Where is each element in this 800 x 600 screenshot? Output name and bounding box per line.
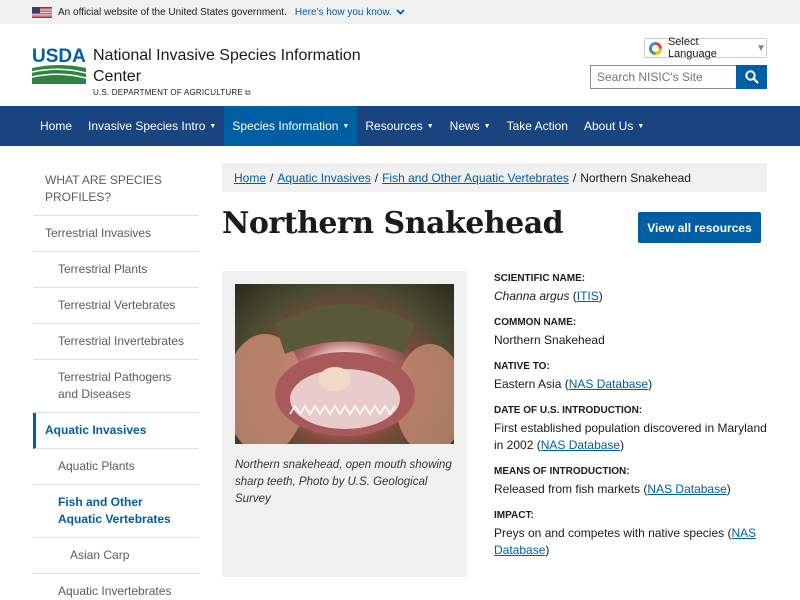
itis-link[interactable]: ITIS [577, 289, 599, 303]
means-intro-value: Released from fish markets [494, 482, 641, 496]
caret-down-icon: ▼ [637, 122, 645, 130]
fact-common-name: COMMON NAME: Northern Snakehead [494, 316, 774, 349]
caret-down-icon: ▼ [209, 122, 217, 130]
nav-home-label: Home [40, 119, 73, 133]
svg-text:USDA: USDA [32, 46, 86, 67]
search-input[interactable] [590, 65, 737, 89]
breadcrumb-separator: / [270, 170, 274, 185]
main-nav: Home Invasive Species Intro ▼ Species Inf… [0, 106, 800, 146]
sidebar-item-asian-carp[interactable]: Asian Carp [33, 538, 199, 574]
sidebar-item-terrestrial-pathogens[interactable]: Terrestrial Pathogens and Diseases [33, 360, 199, 413]
caret-down-icon: ▼ [426, 122, 434, 130]
species-figure: Northern snakehead, open mouth showing s… [222, 271, 467, 577]
us-flag-icon [32, 6, 52, 18]
nav-species-label: Species Information [232, 119, 339, 133]
usda-logo[interactable]: USDA [32, 44, 86, 84]
gov-banner-text: An official website of the United States… [58, 6, 287, 18]
scientific-name-value: Channa argus [494, 289, 570, 303]
nav-news-label: News [449, 119, 480, 133]
language-select[interactable]: Select Language ▼ [644, 36, 767, 60]
gov-banner: An official website of the United States… [0, 0, 800, 24]
breadcrumb: Home / Aquatic Invasives / Fish and Othe… [222, 163, 767, 192]
fact-value: Released from fish markets (NAS Database… [494, 482, 731, 496]
breadcrumb-separator: / [572, 170, 577, 185]
nav-resources[interactable]: Resources ▼ [357, 106, 441, 146]
fact-value: Preys on and competes with native specie… [494, 526, 757, 557]
breadcrumb-separator: / [374, 170, 379, 185]
native-to-value: Eastern Asia [494, 377, 562, 391]
fact-native-to: NATIVE TO: Eastern Asia (NAS Database) [494, 360, 774, 393]
fact-label: IMPACT: [494, 510, 534, 521]
dropdown-arrow-icon: ▼ [756, 42, 766, 54]
page-title: Northern Snakehead [222, 206, 564, 241]
chevron-down-icon [396, 9, 405, 15]
heres-how-you-know-label: Here's how you know. [294, 6, 392, 18]
sidebar-item-terrestrial-plants[interactable]: Terrestrial Plants [33, 252, 199, 288]
breadcrumb-current: Northern Snakehead [580, 170, 691, 185]
sidebar-item-terrestrial-invertebrates[interactable]: Terrestrial Invertebrates [33, 324, 199, 360]
impact-value: Preys on and competes with native specie… [494, 526, 725, 540]
common-name-value: Northern Snakehead [494, 333, 605, 347]
species-facts: SCIENTIFIC NAME: Channa argus (ITIS) COM… [494, 272, 774, 570]
sidebar-item-terrestrial-vertebrates[interactable]: Terrestrial Vertebrates [33, 288, 199, 324]
sidebar-item-aquatic-invertebrates[interactable]: Aquatic Invertebrates [33, 574, 199, 600]
nav-home[interactable]: Home [32, 106, 80, 146]
external-link-icon: ⧉ [244, 88, 251, 97]
fact-means-of-introduction: MEANS OF INTRODUCTION: Released from fis… [494, 465, 774, 498]
caret-down-icon: ▼ [342, 122, 350, 130]
nav-invasive-species-intro[interactable]: Invasive Species Intro ▼ [80, 106, 224, 146]
nav-about-us[interactable]: About Us ▼ [576, 106, 652, 146]
breadcrumb-home[interactable]: Home [234, 171, 266, 185]
usda-subtitle: U.S. DEPARTMENT OF AGRICULTURE [93, 88, 243, 97]
breadcrumb-aquatic-invasives[interactable]: Aquatic Invasives [277, 171, 370, 185]
snakehead-photo [235, 284, 454, 444]
nav-species-information[interactable]: Species Information ▼ [224, 106, 358, 146]
nas-database-link[interactable]: NAS Database [541, 438, 620, 452]
fact-label: DATE OF U.S. INTRODUCTION: [494, 405, 643, 416]
sidebar-item-fish-aquatic-vertebrates[interactable]: Fish and Other Aquatic Vertebrates [33, 485, 199, 538]
sidebar-item-terrestrial-invasives[interactable]: Terrestrial Invasives [33, 216, 199, 252]
nas-database-link[interactable]: NAS Database [647, 482, 726, 496]
fact-label: SCIENTIFIC NAME: [494, 273, 586, 284]
fact-label: NATIVE TO: [494, 361, 550, 372]
fact-date-of-introduction: DATE OF U.S. INTRODUCTION: First establi… [494, 404, 774, 454]
nav-take-action[interactable]: Take Action [499, 106, 576, 146]
nav-intro-label: Invasive Species Intro [88, 119, 206, 133]
view-all-resources-button[interactable]: View all resources [638, 212, 761, 243]
search-button[interactable] [736, 65, 767, 89]
nav-resources-label: Resources [365, 119, 423, 133]
site-title[interactable]: National Invasive Species Information Ce… [93, 45, 383, 87]
fact-value: First established population discovered … [494, 421, 767, 452]
language-select-label: Select Language [667, 36, 717, 60]
fact-value: Eastern Asia (NAS Database) [494, 377, 653, 391]
google-icon [649, 41, 662, 55]
heres-how-you-know-link[interactable]: Here's how you know. [295, 7, 405, 18]
sidebar-item-aquatic-plants[interactable]: Aquatic Plants [33, 449, 199, 485]
sidebar-nav: WHAT ARE SPECIES PROFILES? Terrestrial I… [33, 163, 199, 600]
site-header: USDA National Invasive Species Informati… [0, 24, 800, 106]
fact-value: Channa argus (ITIS) [494, 289, 603, 303]
caret-down-icon: ▼ [483, 122, 491, 130]
fact-impact: IMPACT: Preys on and competes with nativ… [494, 509, 774, 559]
fact-scientific-name: SCIENTIFIC NAME: Channa argus (ITIS) [494, 272, 774, 305]
figure-caption: Northern snakehead, open mouth showing s… [235, 459, 452, 505]
sidebar-item-what-are-species-profiles[interactable]: WHAT ARE SPECIES PROFILES? [33, 163, 199, 216]
fact-label: MEANS OF INTRODUCTION: [494, 466, 630, 477]
date-intro-value: First established population discovered … [494, 421, 767, 452]
breadcrumb-fish-aquatic-vertebrates[interactable]: Fish and Other Aquatic Vertebrates [382, 171, 569, 185]
nav-news[interactable]: News ▼ [442, 106, 499, 146]
usda-subtitle-link[interactable]: U.S. DEPARTMENT OF AGRICULTURE ⧉ [93, 88, 251, 98]
nas-database-link[interactable]: NAS Database [569, 377, 648, 391]
sidebar-item-aquatic-invasives[interactable]: Aquatic Invasives [33, 413, 199, 449]
search-icon [744, 70, 759, 84]
fact-label: COMMON NAME: [494, 317, 577, 328]
nav-about-label: About Us [583, 119, 634, 133]
nav-take-action-label: Take Action [506, 119, 568, 133]
